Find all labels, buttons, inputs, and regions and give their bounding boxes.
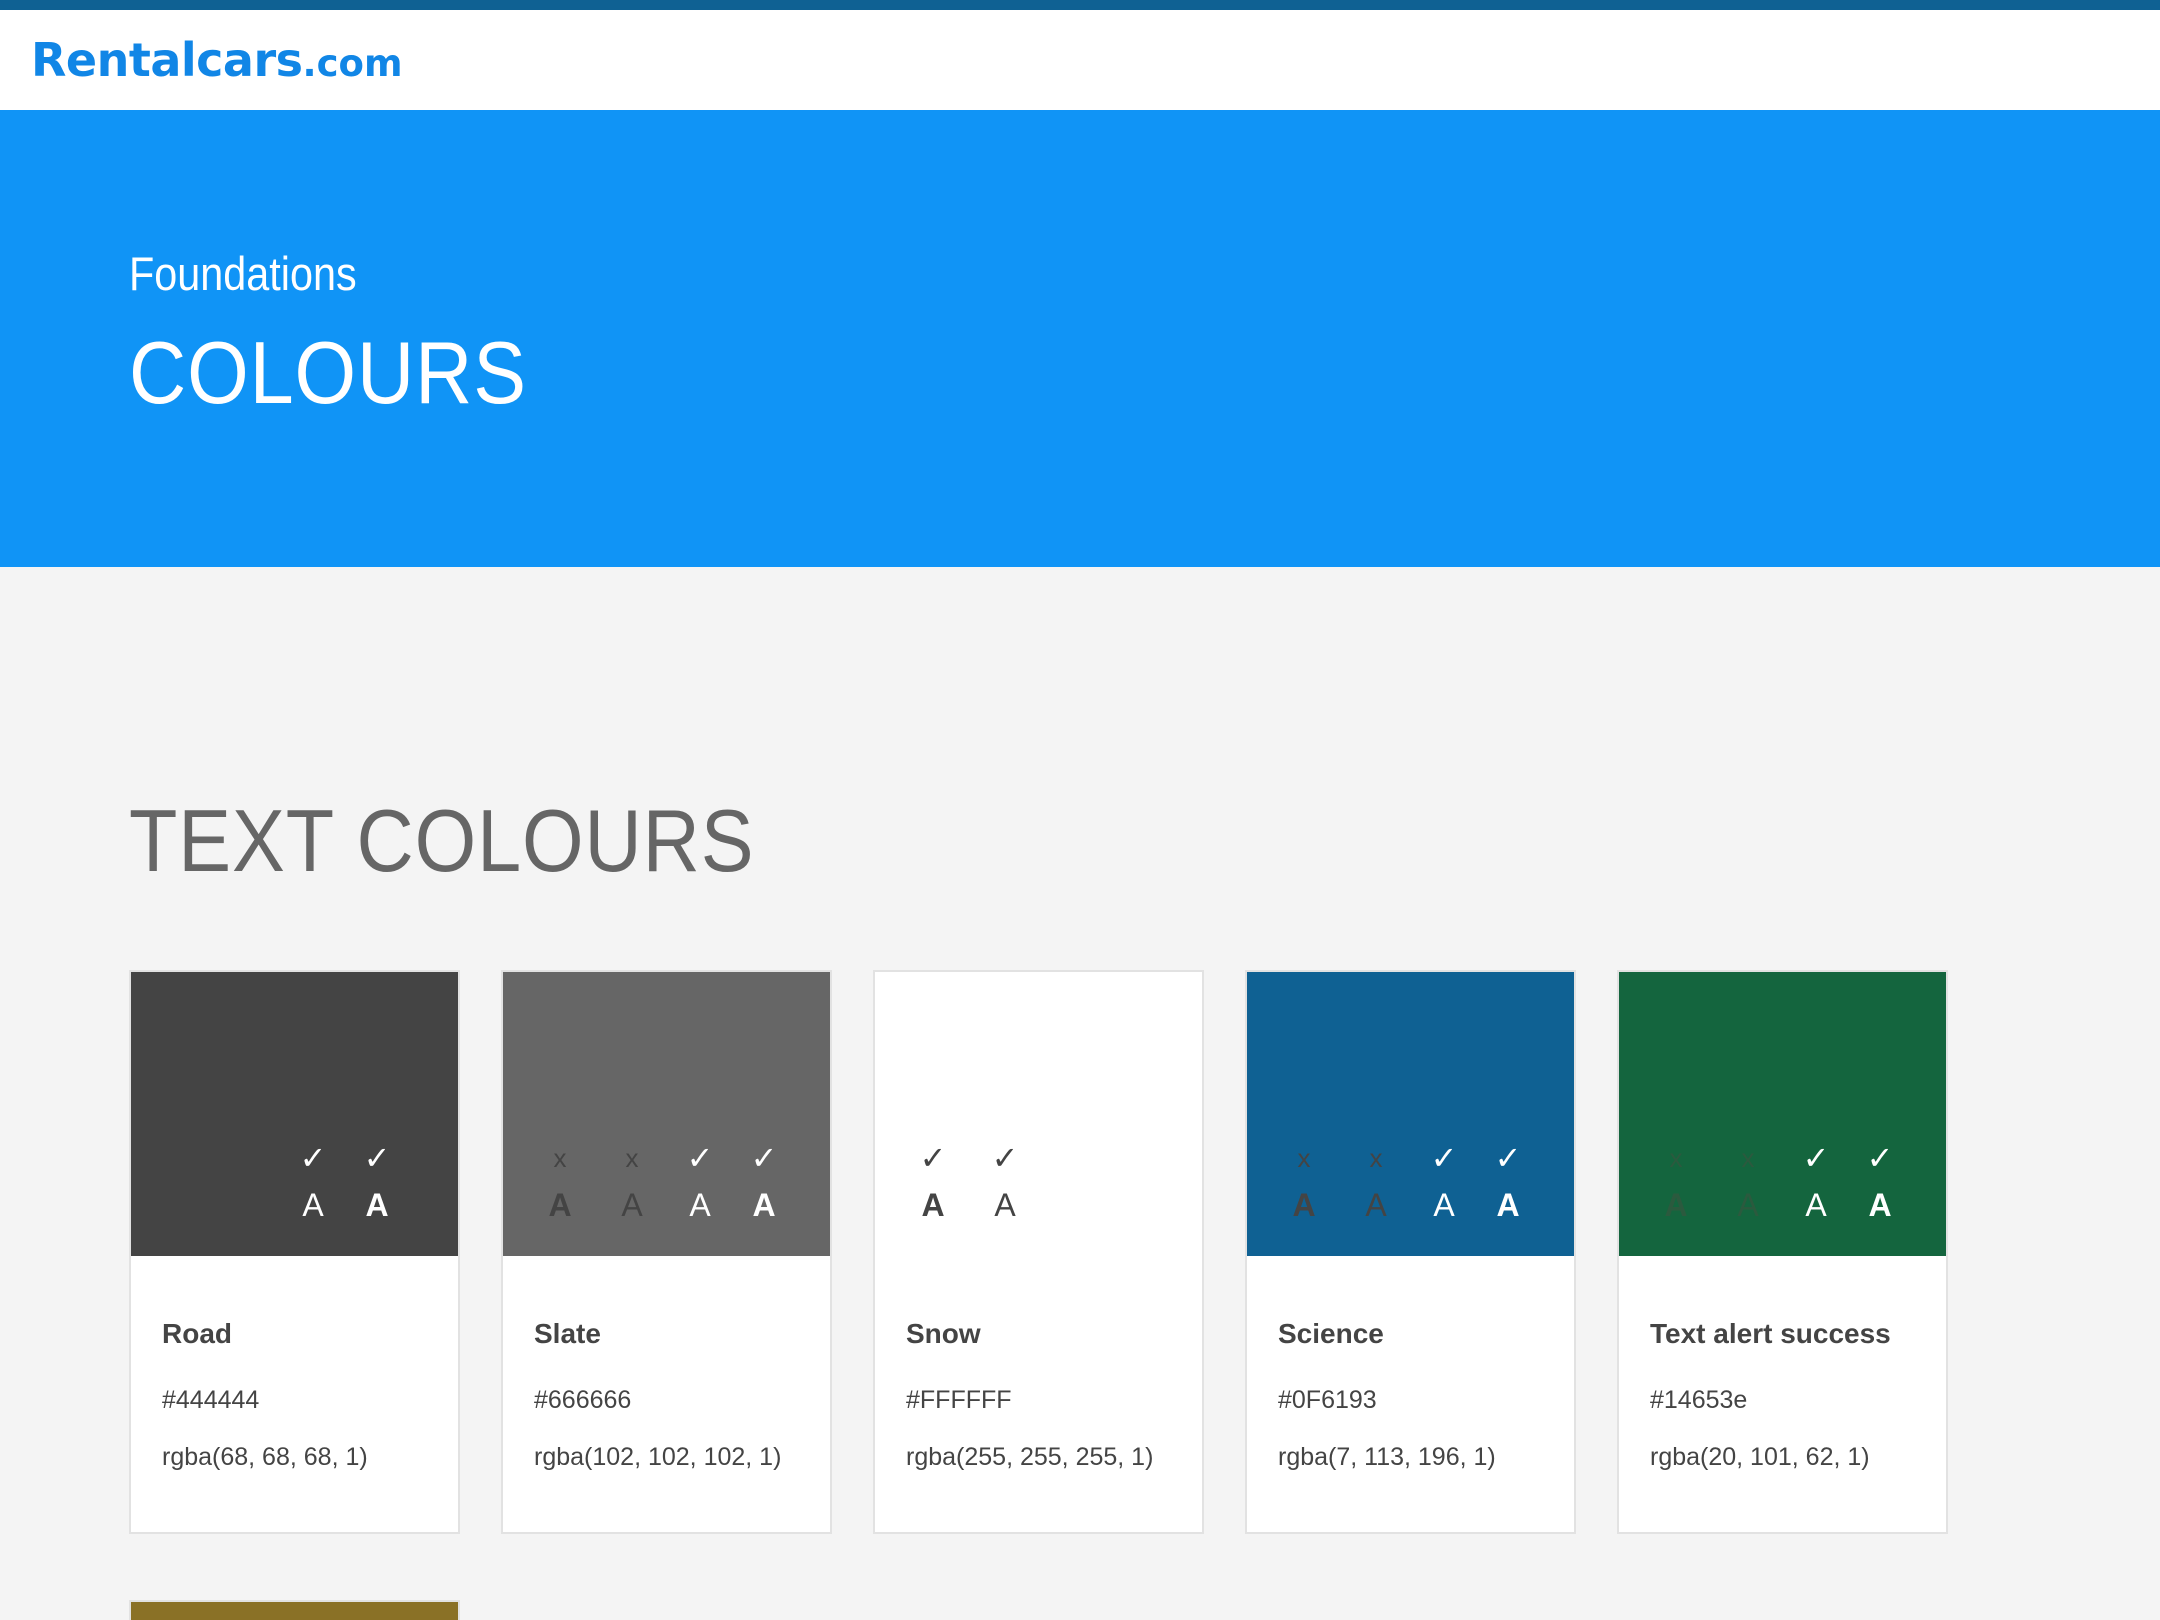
hero-banner: Foundations COLOURS [0,110,2160,567]
colour-info: Slate #666666 rgba(102, 102, 102, 1) [503,1256,830,1472]
contrast-grades: x Ax A ✓ A ✓ A [1640,1140,1912,1230]
grade-letter: A [1433,1187,1455,1223]
colour-swatch: x Ax A ✓ A ✓ A [1619,972,1946,1256]
check-mark-icon: ✓ [686,1140,714,1176]
grade-letter: A [921,1187,945,1223]
x-mark-icon: x [1669,1143,1683,1173]
colour-swatch: ✓ A ✓ A [131,972,458,1256]
colour-info: Text alert success #14653e rgba(20, 101, 6… [1619,1256,1946,1472]
colour-rgba: rgba(68, 68, 68, 1) [162,1443,368,1471]
check-mark-icon: ✓ [299,1140,327,1176]
colour-info: Snow #FFFFFF rgba(255, 255, 255, 1) [875,1256,1202,1472]
contrast-grade: ✓ A [1848,1140,1912,1230]
colour-swatch: x Ax A ✓ A ✓ A [503,972,830,1256]
contrast-grade: ✓ A [1784,1140,1848,1230]
contrast-grade: xA [1640,1140,1712,1230]
contrast-grades: x Ax A ✓ A ✓ A [1268,1140,1540,1230]
contrast-grades: ✓ A ✓ A [281,1140,409,1230]
grade-letter: A [752,1187,776,1223]
top-stripe [0,0,2160,10]
contrast-grades: ✓ A ✓ A [897,1140,1041,1230]
grade-letter: A [1737,1187,1759,1223]
x-mark-icon: x [1297,1143,1311,1173]
colour-hex: #666666 [534,1386,632,1414]
check-mark-icon: ✓ [750,1140,778,1176]
contrast-grade: ✓ A [1412,1140,1476,1230]
contrast-grade: ✓ A [732,1140,796,1230]
x-mark-icon: x [553,1143,567,1173]
grade-letter: A [1496,1187,1520,1223]
colour-hex: #14653e [1650,1386,1748,1414]
x-mark-icon: x [1741,1143,1755,1173]
colour-card-partial [129,1600,460,1620]
grade-letter: A [548,1187,572,1223]
contrast-grades: x Ax A ✓ A ✓ A [524,1140,796,1230]
x-mark-icon: x [625,1143,639,1173]
check-mark-icon: ✓ [1430,1140,1458,1176]
contrast-grade: xA [1268,1140,1340,1230]
rentalcars-logo[interactable]: Rentalcars .com [31,33,403,87]
colour-info: Road #444444 rgba(68, 68, 68, 1) [131,1256,458,1472]
contrast-grade: ✓ A [969,1140,1041,1230]
colour-card: ✓ A ✓ A Road #444444 rgba(68, 68, 68, 1) [129,970,460,1534]
colour-rgba: rgba(20, 101, 62, 1) [1650,1443,1870,1471]
contrast-grade: ✓ A [281,1140,345,1230]
site-header: Rentalcars .com [0,10,2160,110]
check-mark-icon: ✓ [991,1140,1019,1176]
colour-card: ✓ A ✓ A Snow #FFFFFF rgba(255, 255, 255, 1) [873,970,1204,1534]
logo-wordmark: Rentalcars [31,33,303,87]
colour-swatch: x Ax A ✓ A ✓ A [1247,972,1574,1256]
colour-hex: #444444 [162,1386,260,1414]
colour-info: Science #0F6193 rgba(7, 113, 196, 1) [1247,1256,1574,1472]
contrast-grade: xA [596,1140,668,1230]
grade-letter: A [365,1187,389,1223]
colour-hex: #0F6193 [1278,1386,1377,1414]
contrast-grade: xA [1712,1140,1784,1230]
section-title: TEXT COLOURS [129,791,755,890]
colour-card: x Ax A ✓ A ✓ A Slate #666666 rgba(102, 102, 102, … [501,970,832,1534]
grade-letter: A [689,1187,711,1223]
colour-name: Slate [534,1318,601,1349]
contrast-grade: ✓ A [668,1140,732,1230]
contrast-grade: ✓ A [897,1140,969,1230]
x-mark-icon: x [1369,1143,1383,1173]
grade-letter: A [1664,1187,1688,1223]
grade-letter: A [1365,1187,1387,1223]
colour-name: Snow [906,1318,981,1349]
contrast-grade: ✓ A [345,1140,409,1230]
colour-rgba: rgba(102, 102, 102, 1) [534,1443,782,1471]
check-mark-icon: ✓ [363,1140,391,1176]
contrast-grade: ✓ A [1476,1140,1540,1230]
colour-name: Text alert success [1650,1318,1891,1349]
contrast-grade: xA [524,1140,596,1230]
colour-card: x Ax A ✓ A ✓ A Science #0F6193 rgba(7, 113, 196, … [1245,970,1576,1534]
colour-swatch: ✓ A ✓ A [875,972,1202,1256]
grade-letter: A [994,1187,1016,1223]
logo-tld: .com [302,42,403,85]
colour-rgba: rgba(255, 255, 255, 1) [906,1443,1154,1471]
check-mark-icon: ✓ [1802,1140,1830,1176]
colour-card-list: ✓ A ✓ A Road #444444 rgba(68, 68, 68, 1) x Ax A ✓ A… [129,970,1948,1534]
breadcrumb-foundations: Foundations [129,247,357,300]
colour-rgba: rgba(7, 113, 196, 1) [1278,1443,1496,1471]
colour-name: Road [162,1318,232,1349]
grade-letter: A [1868,1187,1892,1223]
grade-letter: A [1292,1187,1316,1223]
check-mark-icon: ✓ [919,1140,947,1176]
grade-letter: A [621,1187,643,1223]
check-mark-icon: ✓ [1866,1140,1894,1176]
colour-hex: #FFFFFF [906,1386,1012,1414]
check-mark-icon: ✓ [1494,1140,1522,1176]
colour-card: x Ax A ✓ A ✓ A Text alert success #14653e rgba(20… [1617,970,1948,1534]
colour-name: Science [1278,1318,1384,1349]
contrast-grade: xA [1340,1140,1412,1230]
grade-letter: A [1805,1187,1827,1223]
page-title: COLOURS [129,323,527,422]
grade-letter: A [302,1187,324,1223]
